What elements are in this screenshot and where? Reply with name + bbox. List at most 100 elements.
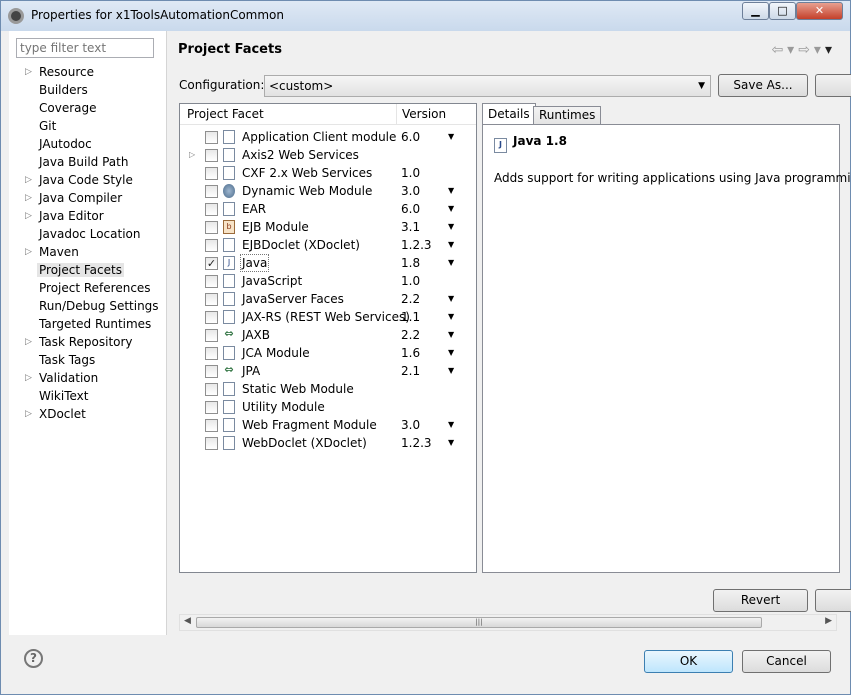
version-dropdown-icon[interactable]: ▼ <box>448 236 454 254</box>
title-bar[interactable]: Properties for x1ToolsAutomationCommon ▁… <box>1 1 850 31</box>
revert-button[interactable]: Revert <box>713 589 808 612</box>
facet-version[interactable]: 2.2 <box>401 290 420 308</box>
facet-row[interactable]: JavaServer Faces 2.2 ▼ <box>180 290 476 308</box>
expand-arrow-icon[interactable]: ▷ <box>25 405 32 423</box>
facet-version[interactable]: 1.8 <box>401 254 420 272</box>
sidebar-item[interactable]: ▷ XDoclet <box>9 405 166 423</box>
facet-version[interactable]: 3.1 <box>401 218 420 236</box>
sidebar-item[interactable]: ▷ Java Compiler <box>9 189 166 207</box>
facet-checkbox[interactable] <box>205 149 218 162</box>
version-dropdown-icon[interactable]: ▼ <box>448 308 454 326</box>
scroll-right-icon[interactable]: ▶ <box>825 616 832 626</box>
forward-arrow-icon[interactable]: ⇨▾ <box>798 42 825 58</box>
facet-version[interactable]: 2.2 <box>401 326 420 344</box>
column-header-version[interactable]: Version <box>402 107 446 121</box>
facet-version[interactable]: 1.1 <box>401 308 420 326</box>
horizontal-scrollbar[interactable]: ◀ ||| ▶ <box>179 614 837 631</box>
truncated-apply-button[interactable] <box>815 589 851 612</box>
sidebar-item[interactable]: ▷ Java Editor <box>9 207 166 225</box>
version-dropdown-icon[interactable]: ▼ <box>448 362 454 380</box>
version-dropdown-icon[interactable]: ▼ <box>448 182 454 200</box>
maximize-button[interactable]: □ <box>769 2 796 20</box>
sidebar-item[interactable]: ▷ Validation <box>9 369 166 387</box>
sidebar-item[interactable]: ▷ Resource <box>9 63 166 81</box>
close-button[interactable]: ✕ <box>796 2 843 20</box>
version-dropdown-icon[interactable]: ▼ <box>448 218 454 236</box>
expand-arrow-icon[interactable]: ▷ <box>25 369 32 387</box>
expand-arrow-icon[interactable]: ▷ <box>25 333 32 351</box>
facet-row[interactable]: EAR 6.0 ▼ <box>180 200 476 218</box>
version-dropdown-icon[interactable]: ▼ <box>448 326 454 344</box>
column-header-facet[interactable]: Project Facet <box>187 107 264 121</box>
sidebar-item[interactable]: Project References <box>9 279 166 297</box>
sidebar-item[interactable]: Targeted Runtimes <box>9 315 166 333</box>
facet-checkbox[interactable] <box>205 239 218 252</box>
version-dropdown-icon[interactable]: ▼ <box>448 416 454 434</box>
facet-checkbox[interactable] <box>205 419 218 432</box>
facet-version[interactable]: 1.2.3 <box>401 434 432 452</box>
save-as-button[interactable]: Save As... <box>718 74 808 97</box>
expand-arrow-icon[interactable]: ▷ <box>25 63 32 81</box>
tab-runtimes[interactable]: Runtimes <box>533 106 602 125</box>
facet-checkbox[interactable] <box>205 437 218 450</box>
facet-row[interactable]: JAX-RS (REST Web Services) 1.1 ▼ <box>180 308 476 326</box>
expand-arrow-icon[interactable]: ▷ <box>25 171 32 189</box>
facet-row[interactable]: Dynamic Web Module 3.0 ▼ <box>180 182 476 200</box>
sidebar-item[interactable]: JAutodoc <box>9 135 166 153</box>
truncated-button[interactable] <box>815 74 851 97</box>
facet-version[interactable]: 2.1 <box>401 362 420 380</box>
facet-checkbox[interactable] <box>205 347 218 360</box>
facet-row[interactable]: Web Fragment Module 3.0 ▼ <box>180 416 476 434</box>
sidebar-item[interactable]: Project Facets <box>9 261 166 279</box>
filter-input[interactable] <box>16 38 154 58</box>
facet-version[interactable]: 1.6 <box>401 344 420 362</box>
scroll-thumb[interactable]: ||| <box>196 617 762 628</box>
back-arrow-icon[interactable]: ⇦▾ <box>771 42 798 58</box>
facet-row[interactable]: b EJB Module 3.1 ▼ <box>180 218 476 236</box>
facet-row[interactable]: Utility Module <box>180 398 476 416</box>
sidebar-item[interactable]: ▷ Java Code Style <box>9 171 166 189</box>
facet-checkbox[interactable] <box>205 167 218 180</box>
facet-checkbox[interactable]: ✓ <box>205 257 218 270</box>
version-dropdown-icon[interactable]: ▼ <box>448 200 454 218</box>
version-dropdown-icon[interactable]: ▼ <box>448 128 454 146</box>
expand-arrow-icon[interactable]: ▷ <box>25 243 32 261</box>
sidebar-item[interactable]: Task Tags <box>9 351 166 369</box>
facet-checkbox[interactable] <box>205 365 218 378</box>
facet-row[interactable]: ▷ Axis2 Web Services <box>180 146 476 164</box>
version-dropdown-icon[interactable]: ▼ <box>448 254 454 272</box>
view-menu-icon[interactable]: ▾ <box>825 42 836 58</box>
history-nav[interactable]: ⇦▾⇨▾▾ <box>771 42 836 58</box>
cancel-button[interactable]: Cancel <box>742 650 831 673</box>
version-dropdown-icon[interactable]: ▼ <box>448 344 454 362</box>
facet-row[interactable]: WebDoclet (XDoclet) 1.2.3 ▼ <box>180 434 476 452</box>
facet-row[interactable]: Static Web Module <box>180 380 476 398</box>
tab-details[interactable]: Details <box>482 103 536 125</box>
facet-row[interactable]: ✓ J Java 1.8 ▼ <box>180 254 476 272</box>
facet-checkbox[interactable] <box>205 221 218 234</box>
facet-version[interactable]: 1.2.3 <box>401 236 432 254</box>
sidebar-item[interactable]: Git <box>9 117 166 135</box>
facet-version[interactable]: 3.0 <box>401 182 420 200</box>
sidebar-item[interactable]: Java Build Path <box>9 153 166 171</box>
expand-arrow-icon[interactable]: ▷ <box>25 207 32 225</box>
sidebar-item[interactable]: WikiText <box>9 387 166 405</box>
sidebar-item[interactable]: Javadoc Location <box>9 225 166 243</box>
facet-row[interactable]: ⇔ JAXB 2.2 ▼ <box>180 326 476 344</box>
facet-checkbox[interactable] <box>205 311 218 324</box>
sidebar-item[interactable]: Coverage <box>9 99 166 117</box>
facet-row[interactable]: EJBDoclet (XDoclet) 1.2.3 ▼ <box>180 236 476 254</box>
facet-checkbox[interactable] <box>205 383 218 396</box>
facet-version[interactable]: 6.0 <box>401 200 420 218</box>
help-icon[interactable]: ? <box>24 649 43 668</box>
version-dropdown-icon[interactable]: ▼ <box>448 434 454 452</box>
facet-row[interactable]: Application Client module 6.0 ▼ <box>180 128 476 146</box>
sidebar-item[interactable]: Run/Debug Settings <box>9 297 166 315</box>
facet-checkbox[interactable] <box>205 185 218 198</box>
facet-checkbox[interactable] <box>205 275 218 288</box>
sidebar-item[interactable]: ▷ Task Repository <box>9 333 166 351</box>
sidebar-item[interactable]: Builders <box>9 81 166 99</box>
version-dropdown-icon[interactable]: ▼ <box>448 290 454 308</box>
sidebar-item[interactable]: ▷ Maven <box>9 243 166 261</box>
expand-arrow-icon[interactable]: ▷ <box>189 146 195 164</box>
